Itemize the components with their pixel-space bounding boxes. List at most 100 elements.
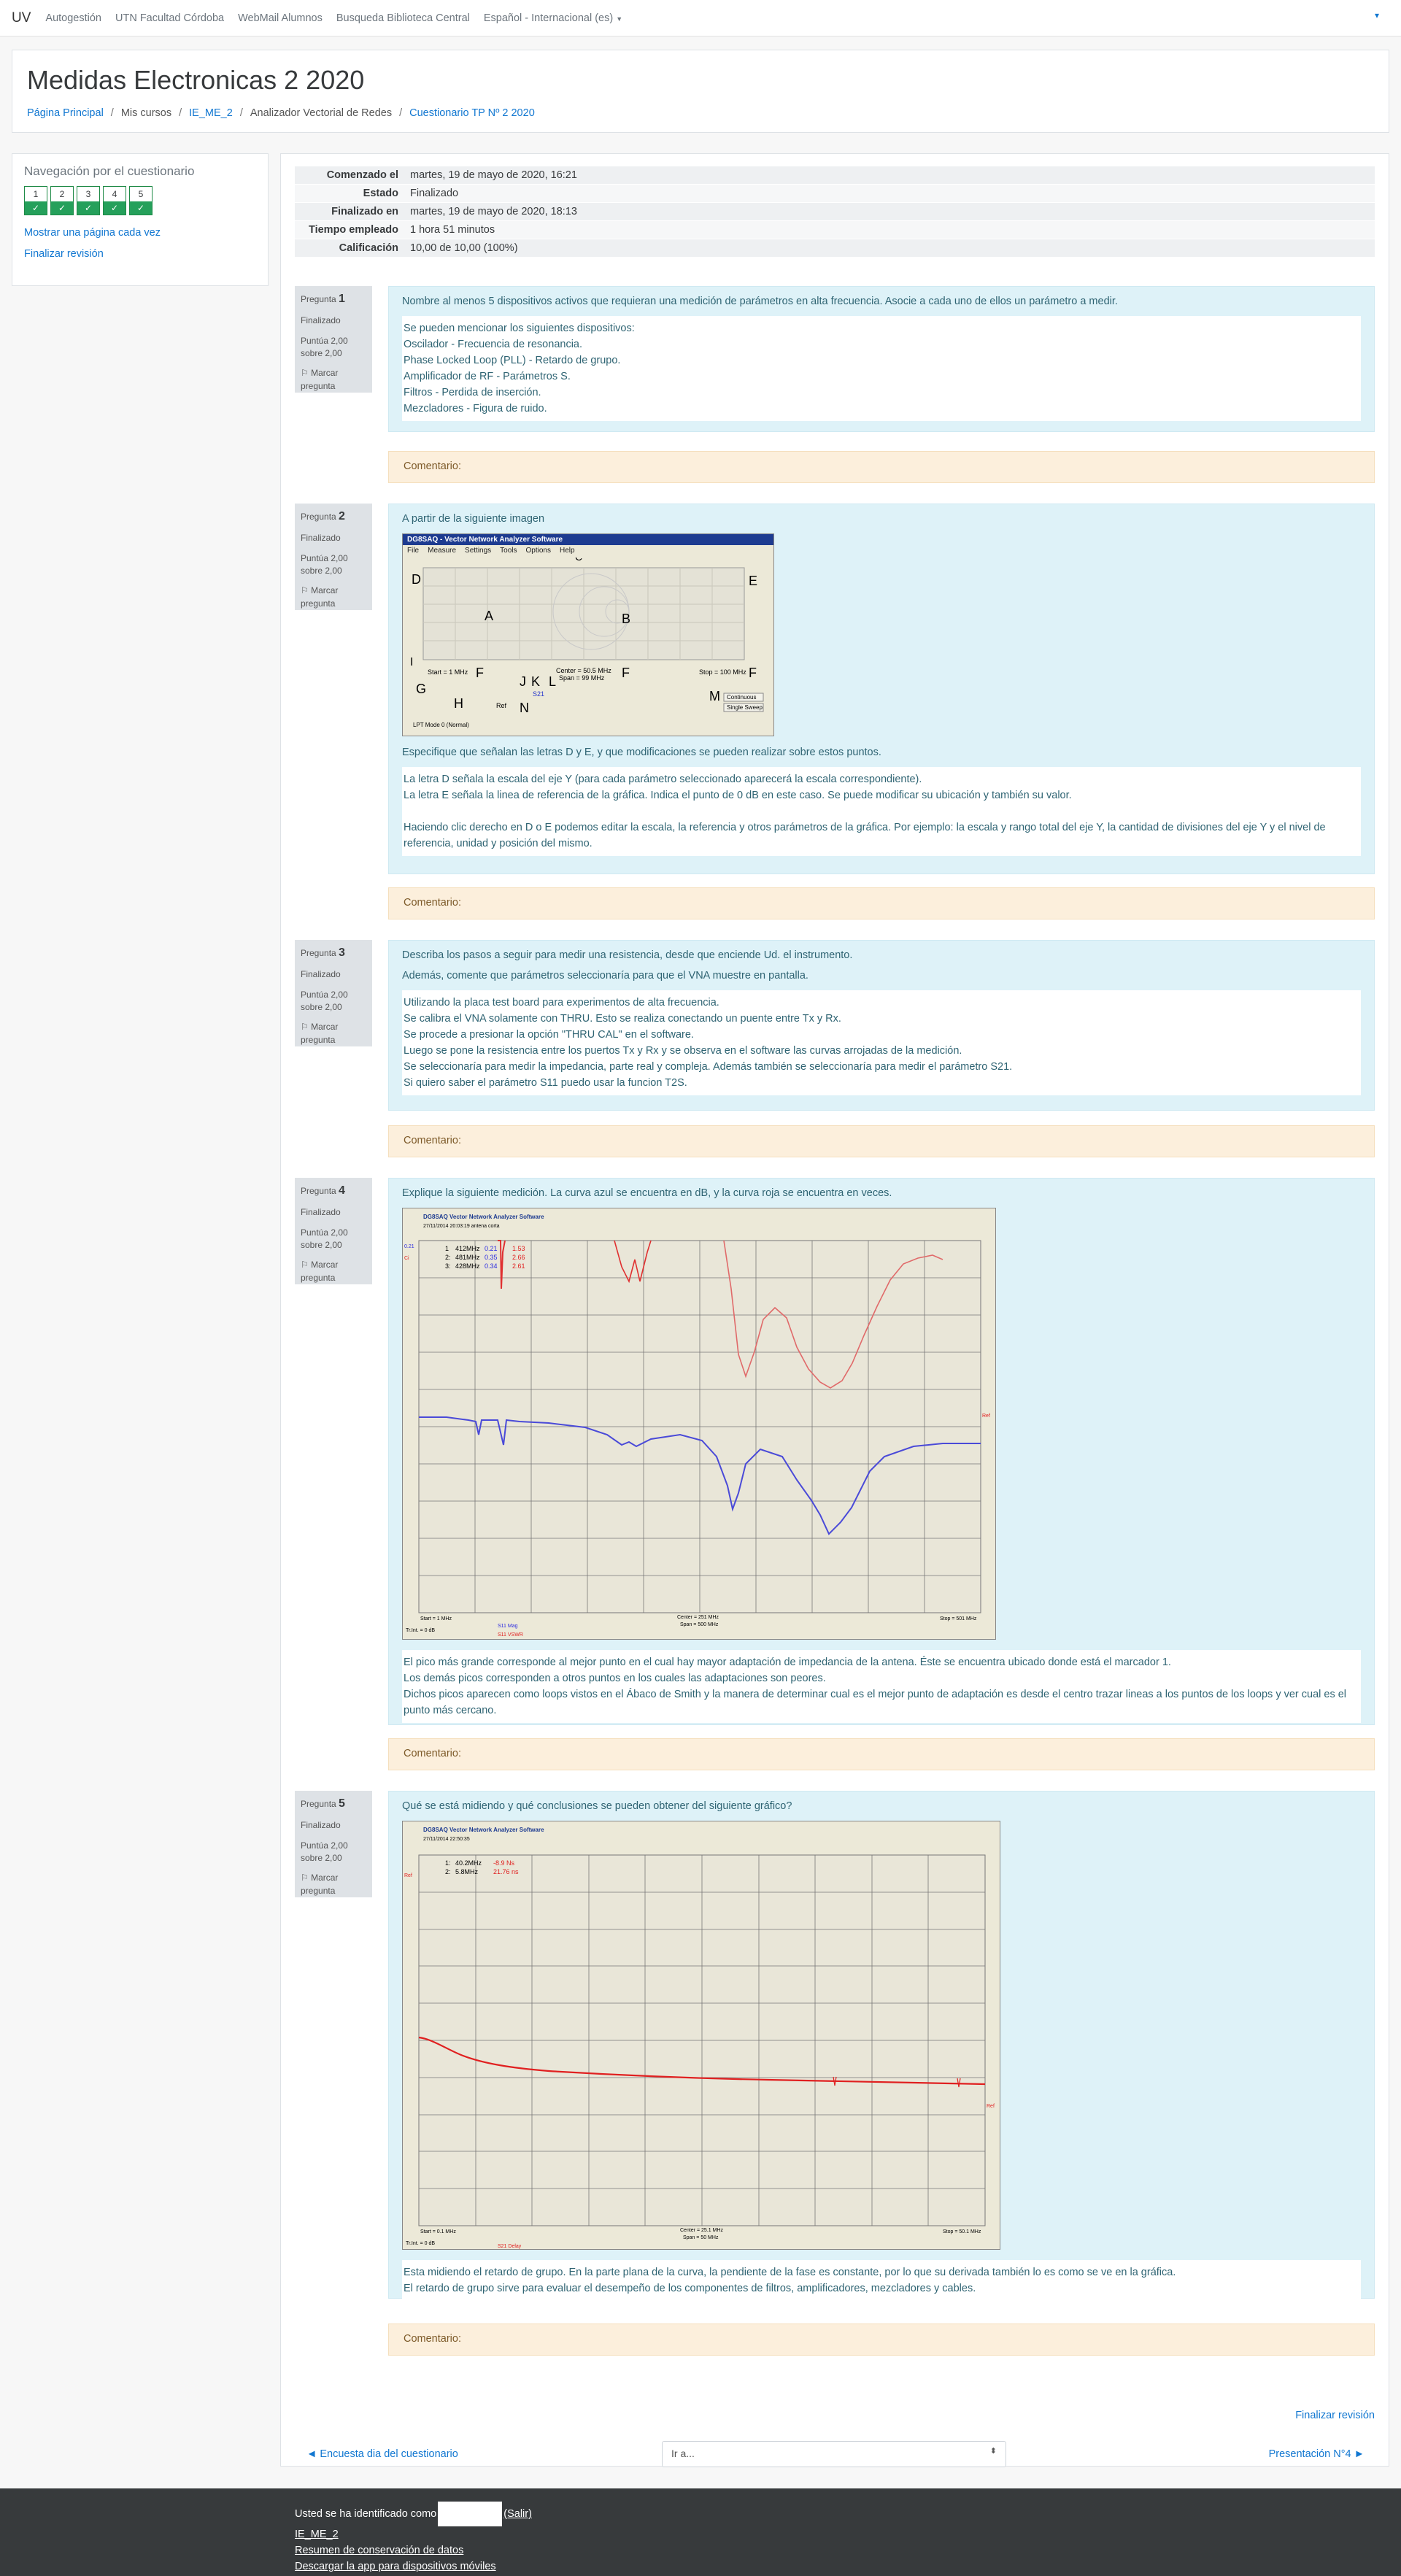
question-nav-button[interactable]: 5 ✓ — [129, 186, 153, 215]
question-info: Pregunta 4 Finalizado Puntúa 2,00 sobre … — [295, 1178, 372, 1284]
show-one-page-link[interactable]: Mostrar una página cada vez — [24, 227, 256, 239]
data-retention-link[interactable]: Resumen de conservación de datos — [295, 2542, 1401, 2558]
question-info: Pregunta 5 Finalizado Puntúa 2,00 sobre … — [295, 1791, 372, 1897]
marker-number: 2: — [445, 1254, 451, 1261]
previous-activity-link[interactable]: ◄ Encuesta dia del cuestionario — [306, 2448, 458, 2460]
span-label: Span = 99 MHz — [559, 674, 605, 682]
answer-box: Utilizando la placa test board para expe… — [402, 990, 1361, 1095]
legend-delay: S21 Delay — [498, 2244, 522, 2249]
check-icon: ✓ — [104, 201, 126, 215]
marker-value: -8.9 Ns — [493, 1859, 515, 1867]
site-brand[interactable]: UV — [12, 10, 31, 26]
question-nav-button[interactable]: 3 ✓ — [77, 186, 100, 215]
question-label: Pregunta — [301, 294, 336, 304]
logged-in-text: Usted se ha identificado como — [295, 2507, 437, 2520]
answer-box: Esta midiendo el retardo de grupo. En la… — [402, 2260, 1361, 2301]
check-icon: ✓ — [51, 201, 73, 215]
breadcrumb-separator: / — [399, 107, 403, 119]
flag-question-link[interactable]: ⚐ Marcar pregunta — [301, 367, 366, 393]
summary-key: Comenzado el — [295, 166, 404, 185]
marker-blue-value: 0.34 — [485, 1262, 498, 1270]
answer-box: El pico más grande corresponde al mejor … — [402, 1650, 1361, 1723]
finish-review-link-bottom[interactable]: Finalizar revisión — [1295, 2410, 1375, 2421]
top-navbar: UV Autogestión UTN Facultad Córdoba WebM… — [0, 0, 1401, 36]
tr-int-label: Tr.Int. = 0 dB — [406, 1628, 435, 1633]
tr-int-label: Tr.Int. = 0 dB — [406, 2241, 435, 2246]
question-info: Pregunta 1 Finalizado Puntúa 2,00 sobre … — [295, 286, 372, 393]
question-label: Pregunta — [301, 1186, 336, 1196]
nav-link-biblioteca[interactable]: Busqueda Biblioteca Central — [336, 12, 470, 24]
flag-icon: ⚐ — [301, 1873, 312, 1883]
question-nav-button[interactable]: 2 ✓ — [50, 186, 74, 215]
redacted-user-name — [438, 2502, 503, 2526]
breadcrumb-quiz[interactable]: Cuestionario TP Nº 2 2020 — [409, 107, 535, 119]
question-nav-button[interactable]: 4 ✓ — [103, 186, 126, 215]
legend-red: S11 VSWR — [498, 1632, 523, 1638]
summary-key: Finalizado en — [295, 202, 404, 221]
question-number: 2 — [59, 189, 65, 199]
answer-line: El pico más grande corresponde al mejor … — [404, 1657, 1171, 1668]
question-nav-button[interactable]: 1 ✓ — [24, 186, 47, 215]
answer-box: La letra D señala la escala del eje Y (p… — [402, 767, 1361, 856]
user-menu-caret-icon[interactable]: ▾ — [1375, 10, 1379, 20]
summary-value: Finalizado — [404, 184, 1375, 203]
question-score: Puntúa 2,00 sobre 2,00 — [301, 335, 348, 358]
flag-icon: ⚐ — [301, 1022, 312, 1033]
logout-link[interactable]: (Salir) — [503, 2508, 532, 2520]
answer-line: La letra D señala la escala del eje Y (p… — [404, 774, 922, 785]
nav-link-webmail[interactable]: WebMail Alumnos — [238, 12, 323, 24]
mobile-app-link[interactable]: Descargar la app para dispositivos móvil… — [295, 2558, 1401, 2575]
flag-question-link[interactable]: ⚐ Marcar pregunta — [301, 1259, 366, 1284]
question-number: 5 — [339, 1797, 345, 1810]
marker-number: 2: — [445, 1868, 451, 1875]
nav-link-autogestion[interactable]: Autogestión — [45, 12, 101, 24]
language-menu[interactable]: Español - Internacional (es) ▼ — [484, 12, 622, 24]
question-formulation: Explique la siguiente medición. La curva… — [388, 1178, 1375, 1725]
legend-blue: S11 Mag — [498, 1624, 518, 1629]
s21-label: S21 — [533, 690, 544, 698]
question-number: 1 — [339, 293, 345, 305]
letter-l-label: L — [549, 674, 556, 689]
letter-f-label: F — [749, 666, 757, 680]
flag-icon: ⚐ — [301, 585, 312, 596]
vna-plot: A B C D E I Start = 1 MHz F Center = 50.… — [410, 558, 764, 728]
question-state: Finalizado — [301, 315, 341, 326]
nav-link-utn[interactable]: UTN Facultad Córdoba — [115, 12, 224, 24]
plot-date: 27/11/2014 22:50:35 — [423, 1837, 470, 1842]
question-label: Pregunta — [301, 948, 336, 958]
question-text: Qué se está midiendo y qué conclusiones … — [402, 1800, 792, 1812]
vna-window-title: DG8SAQ - Vector Network Analyzer Softwar… — [403, 534, 773, 545]
footer-course-link[interactable]: IE_ME_2 — [295, 2526, 1401, 2542]
finish-review-link[interactable]: Finalizar revisión — [24, 248, 256, 260]
select-arrows-icon: ⬍ — [989, 2447, 997, 2456]
vna-screenshot-image: DG8SAQ - Vector Network Analyzer Softwar… — [402, 533, 774, 736]
question-text: Especifique que señalan las letras D y E… — [402, 747, 881, 758]
vna-measurement-image: DG8SAQ Vector Network Analyzer Software … — [402, 1208, 996, 1640]
question-formulation: Qué se está midiendo y qué conclusiones … — [388, 1791, 1375, 2301]
answer-line: Haciendo clic derecho en D o E podemos e… — [404, 822, 1326, 849]
logged-in-info: Usted se ha identificado como (Salir) — [295, 2502, 1401, 2526]
center-label: Center = 50.5 MHz — [556, 667, 611, 674]
breadcrumb-home[interactable]: Página Principal — [27, 107, 104, 119]
marker-red-value: 1.53 — [512, 1245, 525, 1252]
group-delay-plot: DG8SAQ Vector Network Analyzer Software … — [404, 1827, 995, 2249]
summary-value: 10,00 de 10,00 (100%) — [404, 239, 1375, 258]
flag-question-link[interactable]: ⚐ Marcar pregunta — [301, 585, 366, 610]
next-activity-link[interactable]: Presentación N°4 ► — [1269, 2448, 1365, 2460]
plot-window-title: DG8SAQ Vector Network Analyzer Software — [423, 1214, 544, 1220]
marker-blue-value: 0.35 — [485, 1254, 498, 1261]
question-number: 2 — [339, 510, 345, 522]
marker-frequency: 428MHz — [455, 1262, 480, 1270]
language-label: Español - Internacional (es) — [483, 12, 614, 24]
marker-red-value: 2.66 — [512, 1254, 525, 1261]
answer-box: Se pueden mencionar los siguientes dispo… — [402, 316, 1361, 421]
comment-box: Comentario: — [388, 1738, 1375, 1770]
marker-frequency: 5.8MHz — [455, 1868, 479, 1875]
answer-line: Esta midiendo el retardo de grupo. En la… — [404, 2267, 1176, 2278]
breadcrumb-course[interactable]: IE_ME_2 — [189, 107, 233, 119]
flag-question-link[interactable]: ⚐ Marcar pregunta — [301, 1872, 366, 1897]
jump-to-select[interactable]: Ir a... ⬍ — [662, 2441, 1006, 2467]
marker-frequency: 412MHz — [455, 1245, 480, 1252]
caret-down-icon: ▼ — [616, 15, 623, 23]
flag-question-link[interactable]: ⚐ Marcar pregunta — [301, 1021, 366, 1046]
